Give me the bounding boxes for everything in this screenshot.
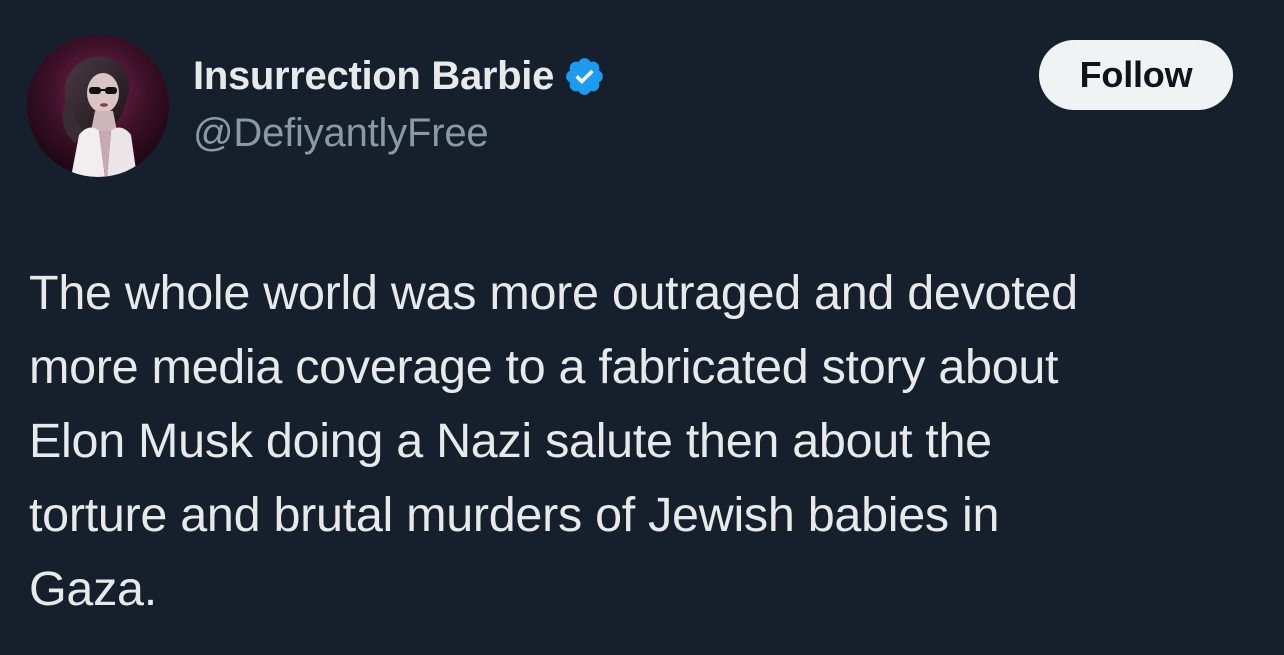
verified-badge-icon [563, 55, 606, 98]
tweet-text-line: The whole world was more outraged and de… [29, 266, 1078, 320]
tweet-text-line: torture and brutal murders of Jewish bab… [29, 488, 1000, 542]
tweet-text-line: more media coverage to a fabricated stor… [29, 340, 1059, 394]
avatar-image [27, 35, 169, 177]
tweet-text: The whole world was more outraged and de… [29, 256, 1249, 626]
author-avatar[interactable] [27, 35, 169, 177]
author-display-name[interactable]: Insurrection Barbie [193, 54, 554, 99]
tweet-text-line: Elon Musk doing a Nazi salute then about… [29, 414, 992, 468]
tweet-card: Insurrection Barbie @DefiyantlyFree Foll… [0, 0, 1284, 655]
author-handle[interactable]: @DefiyantlyFree [193, 111, 489, 156]
follow-button[interactable]: Follow [1039, 40, 1233, 110]
author-name-row: Insurrection Barbie [193, 50, 606, 102]
tweet-text-line: Gaza. [29, 562, 157, 616]
